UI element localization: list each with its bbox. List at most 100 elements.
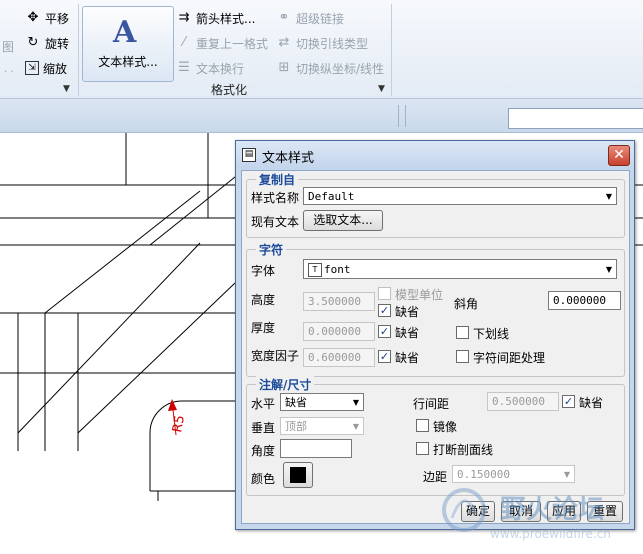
dimension-r5[interactable]: R5	[170, 414, 188, 434]
watermark: 野火论坛 www.proewildfire.cn	[430, 478, 642, 551]
toolbar-search-field[interactable]	[508, 108, 643, 129]
mirror-label: 镜像	[433, 420, 458, 434]
dialog-title: 文本样式	[262, 151, 315, 166]
toolbar-separator-2	[405, 105, 406, 127]
ribbon-separator-right	[391, 4, 392, 96]
note-dimension-legend: 注解/尺寸	[256, 376, 315, 393]
existing-text-label: 现有文本	[251, 215, 300, 229]
mirror-checkbox[interactable]	[416, 419, 429, 432]
horizontal-label: 水平	[251, 397, 276, 411]
vertical-label: 垂直	[251, 421, 276, 435]
dialog-app-icon: ▤	[242, 148, 256, 162]
font-icon: T	[308, 263, 322, 277]
format-group-launcher[interactable]: ▼	[378, 84, 385, 94]
horizontal-value: 缺省	[285, 396, 307, 409]
partial-ribbon-label: 图	[2, 39, 15, 54]
width-factor-default-checkbox[interactable]: ✓	[378, 350, 391, 363]
repeat-format-button[interactable]: ⁄ 重复上一格式	[176, 33, 268, 53]
watermark-url: www.proewildfire.cn	[490, 527, 611, 541]
ribbon-separator	[78, 4, 79, 96]
hyperlink-button[interactable]: ⚭ 超级链接	[276, 8, 344, 28]
toggle-ordinate-label: 切换纵坐标/线性	[296, 61, 385, 76]
zoom-icon: ⇲	[25, 61, 39, 75]
slant-input[interactable]: 0.000000	[548, 291, 621, 310]
height-input[interactable]: 3.500000	[303, 292, 375, 311]
zoom-button[interactable]: ⇲ 缩放	[25, 58, 67, 78]
close-button[interactable]: ✕	[608, 145, 630, 166]
arrow-style-icon: ⇉	[178, 10, 190, 25]
line-spacing-input[interactable]: 0.500000	[487, 392, 559, 411]
fillet-arc	[149, 400, 235, 491]
toggle-leader-button[interactable]: ⇄ 切换引线类型	[276, 33, 368, 53]
chevron-down-icon: ▼	[605, 265, 612, 274]
char-spacing-checkbox[interactable]	[456, 350, 469, 363]
arrow-style-button[interactable]: ⇉ 箭头样式...	[176, 8, 256, 28]
hatch-line	[77, 282, 236, 434]
zoom-label: 缩放	[43, 61, 68, 76]
angle-input[interactable]	[280, 439, 352, 458]
text-style-icon: A	[113, 15, 137, 50]
style-name-value: Default	[308, 190, 355, 203]
width-factor-default-label: 缺省	[395, 351, 420, 365]
text-wrap-label: 文本换行	[196, 61, 245, 76]
thickness-default-checkbox[interactable]: ✓	[378, 325, 391, 338]
font-label: 字体	[251, 264, 276, 278]
watermark-logo-icon: 野火论坛 www.proewildfire.cn	[442, 488, 611, 541]
model-units-label: 模型单位	[395, 288, 444, 302]
group-launcher-left[interactable]: ▼	[63, 84, 70, 94]
break-hatch-checkbox[interactable]	[416, 442, 429, 455]
horizontal-select[interactable]: 缺省 ▼	[280, 393, 364, 411]
close-icon: ✕	[613, 147, 625, 163]
toggle-leader-icon: ⇄	[278, 35, 290, 50]
drawing-line	[0, 171, 241, 246]
font-select[interactable]: T font ▼	[303, 259, 617, 279]
slant-label: 斜角	[454, 297, 479, 311]
copy-from-legend: 复制自	[256, 171, 299, 188]
graphics-toolbar	[0, 99, 643, 133]
text-wrap-button[interactable]: ☰ 文本换行	[176, 58, 244, 78]
line-spacing-default-checkbox[interactable]: ✓	[562, 395, 575, 408]
chevron-down-icon: ▼	[352, 398, 359, 407]
arrow-style-label: 箭头样式...	[196, 11, 256, 26]
pan-icon: ✥	[27, 10, 39, 25]
hyperlink-label: 超级链接	[296, 11, 345, 26]
chars-legend: 字符	[256, 241, 287, 258]
toggle-ordinate-button[interactable]: ⊞ 切换纵坐标/线性	[276, 58, 385, 78]
model-units-checkbox[interactable]	[378, 287, 391, 300]
rotate-label: 旋转	[45, 36, 70, 51]
dialog-title-bar[interactable]: ▤ 文本样式 ✕	[236, 141, 634, 169]
rotate-button[interactable]: ↻ 旋转	[25, 33, 69, 53]
rotate-icon: ↻	[27, 35, 39, 50]
text-style-dialog: ▤ 文本样式 ✕ 复制自 样式名称 Default ▼ 现有文本 选取文本...…	[235, 140, 635, 530]
hyperlink-icon: ⚭	[278, 10, 290, 25]
vertical-select[interactable]: 顶部 ▼	[280, 417, 364, 435]
color-label: 颜色	[251, 472, 276, 486]
line-spacing-label: 行间距	[413, 397, 450, 411]
pan-label: 平移	[45, 11, 70, 26]
height-default-label: 缺省	[395, 305, 420, 319]
height-default-checkbox[interactable]: ✓	[378, 304, 391, 317]
ribbon: 图 · · ✥ 平移 ↻ 旋转 ⇲ 缩放 ▼ A 文本样式... ⇉ 箭头样式.…	[0, 0, 643, 99]
select-text-button[interactable]: 选取文本...	[303, 210, 383, 231]
font-value: font	[324, 263, 351, 276]
width-factor-input[interactable]: 0.600000	[303, 348, 375, 367]
underline-checkbox[interactable]	[456, 326, 469, 339]
hatch-line	[44, 190, 201, 314]
dimension-arrow	[168, 399, 177, 411]
text-wrap-icon: ☰	[178, 60, 190, 75]
style-name-select[interactable]: Default ▼	[303, 187, 617, 205]
thickness-input[interactable]: 0.000000	[303, 322, 375, 341]
line-spacing-default-label: 缺省	[579, 396, 604, 410]
dialog-body: 复制自 样式名称 Default ▼ 现有文本 选取文本... 字符 字体 T …	[241, 170, 630, 524]
watermark-text: 野火论坛	[500, 495, 604, 525]
format-group-label: 格式化	[211, 83, 248, 97]
thickness-label: 厚度	[251, 321, 276, 335]
style-name-label: 样式名称	[251, 191, 300, 205]
vertical-value: 顶部	[285, 420, 307, 433]
color-button[interactable]	[283, 462, 313, 488]
text-style-button[interactable]: A 文本样式...	[82, 6, 174, 82]
toolbar-separator	[398, 105, 399, 127]
pan-button[interactable]: ✥ 平移	[25, 8, 69, 28]
color-swatch	[290, 467, 306, 483]
angle-label: 角度	[251, 444, 276, 458]
